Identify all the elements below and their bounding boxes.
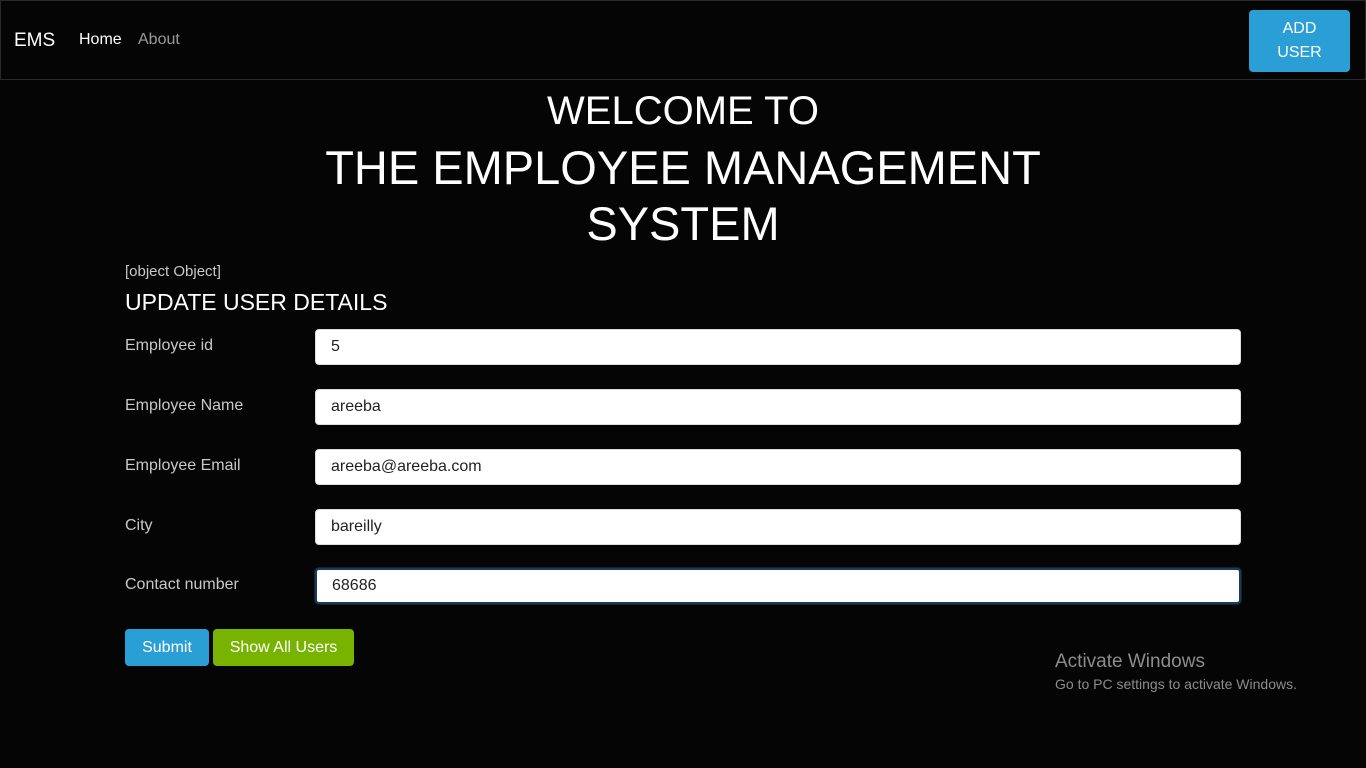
- welcome-heading: WELCOME TO: [547, 89, 819, 133]
- system-title-line1: THE EMPLOYEE MANAGEMENT: [325, 141, 1041, 194]
- activate-windows-subtitle: Go to PC settings to activate Windows.: [1055, 676, 1297, 692]
- city-input[interactable]: [315, 509, 1241, 545]
- contact-number-label: Contact number: [125, 576, 239, 593]
- form-row-employee-email: Employee Email: [125, 449, 1241, 485]
- employee-email-label: Employee Email: [125, 457, 241, 474]
- activate-windows-title: Activate Windows: [1055, 651, 1205, 672]
- form-row-contact-number: Contact number: [125, 568, 1241, 604]
- form-row-employee-name: Employee Name: [125, 389, 1241, 425]
- employee-email-input[interactable]: [315, 449, 1241, 485]
- employee-id-input[interactable]: [315, 329, 1241, 365]
- employee-id-label: Employee id: [125, 337, 214, 354]
- form-row-city: City: [125, 509, 1241, 545]
- employee-name-label: Employee Name: [125, 397, 244, 414]
- employee-name-input[interactable]: [315, 389, 1241, 425]
- nav-link-home[interactable]: Home: [79, 31, 122, 49]
- city-label: City: [125, 517, 153, 534]
- add-user-label-line2: USER: [1277, 44, 1322, 61]
- debug-output-text: [object Object]: [125, 263, 221, 280]
- add-user-button[interactable]: ADD USER: [1249, 10, 1350, 72]
- brand-logo[interactable]: EMS: [14, 30, 55, 52]
- show-all-users-button[interactable]: Show All Users: [213, 629, 354, 666]
- system-title-line2: SYSTEM: [586, 197, 780, 250]
- contact-number-input[interactable]: [315, 568, 1241, 604]
- form-row-employee-id: Employee id: [125, 329, 1241, 365]
- add-user-label-line1: ADD: [1282, 20, 1317, 37]
- navbar: EMS Home About ADD USER: [0, 0, 1366, 80]
- nav-link-about[interactable]: About: [138, 31, 180, 49]
- form-title: UPDATE USER DETAILS: [125, 289, 388, 315]
- submit-button[interactable]: Submit: [125, 629, 209, 666]
